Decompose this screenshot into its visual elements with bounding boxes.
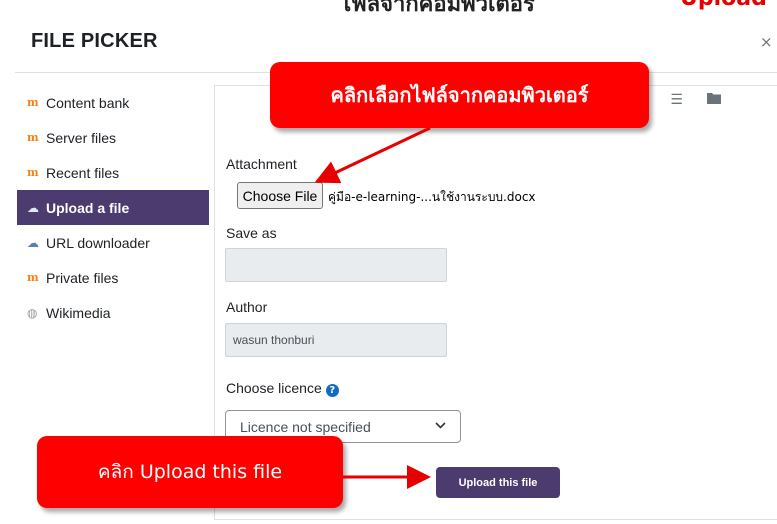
sidebar-item-label: Private files (46, 269, 119, 286)
sidebar-item-wikimedia[interactable]: ◍ Wikimedia (17, 295, 209, 330)
licence-selected-value: Licence not specified (240, 418, 371, 435)
list-view-icon[interactable]: ☰ (670, 92, 683, 108)
chevron-down-icon (435, 421, 446, 432)
moodle-icon: m (27, 96, 39, 109)
attachment-label: Attachment (226, 156, 297, 172)
sidebar-item-server-files[interactable]: m Server files (17, 120, 209, 155)
repository-sidebar: m Content bank m Server files m Recent f… (17, 85, 209, 330)
help-icon[interactable]: ? (325, 384, 339, 397)
close-icon[interactable]: × (760, 33, 773, 51)
moodle-icon: m (27, 166, 39, 179)
upload-cloud-icon: ☁ (27, 200, 39, 215)
sidebar-item-private-files[interactable]: m Private files (17, 260, 209, 295)
view-switcher: ⁝⁝⁝ ☰ (640, 92, 721, 108)
sidebar-item-recent-files[interactable]: m Recent files (17, 155, 209, 190)
moodle-icon: m (27, 131, 39, 144)
sidebar-item-label: Server files (46, 129, 117, 146)
choose-file-button[interactable]: Choose File (237, 182, 323, 209)
author-input[interactable] (225, 323, 447, 357)
sidebar-item-url-downloader[interactable]: ☁ URL downloader (17, 225, 209, 260)
moodle-icon: m (27, 271, 39, 284)
cropped-heading-strip: ไฟล์จากคอมพิวเตอร์ Upload (0, 0, 777, 22)
folder-view-icon[interactable] (706, 92, 721, 108)
sidebar-item-label: Recent files (46, 164, 120, 181)
dialog-title: FILE PICKER (31, 30, 158, 52)
upload-this-file-button[interactable]: Upload this file (436, 467, 560, 498)
cropped-heading-upload-text: Upload (680, 0, 767, 11)
chosen-file-name: คู่มือ-e-learning-...นใช้งานระบบ.docx (328, 190, 536, 204)
wikimedia-globe-icon: ◍ (27, 305, 38, 320)
save-as-label: Save as (226, 225, 277, 241)
callout-choose-file: คลิกเลือกไฟล์จากคอมพิวเตอร์ (270, 62, 649, 128)
url-cloud-icon: ☁ (27, 235, 39, 250)
sidebar-item-label: Content bank (46, 94, 130, 111)
sidebar-item-label: URL downloader (46, 234, 150, 251)
callout-upload-file: คลิก Upload this file (37, 436, 343, 508)
save-as-input[interactable] (225, 248, 447, 282)
sidebar-item-label: Wikimedia (46, 304, 111, 321)
choose-licence-label: Choose licence? (226, 380, 339, 397)
sidebar-item-upload-a-file[interactable]: ☁ Upload a file (17, 190, 209, 225)
author-label: Author (226, 299, 268, 315)
choose-licence-text: Choose licence (226, 380, 322, 396)
sidebar-item-content-bank[interactable]: m Content bank (17, 85, 209, 120)
sidebar-item-label: Upload a file (46, 199, 130, 216)
cropped-heading-text: ไฟล์จากคอมพิวเตอร์ (340, 0, 535, 17)
